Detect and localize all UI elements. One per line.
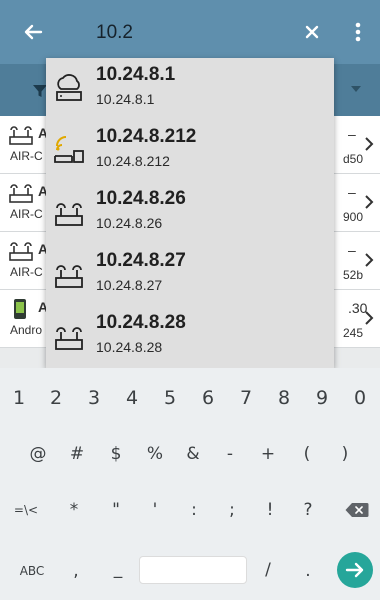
device-model: AIR-C <box>10 149 43 163</box>
access-point-icon <box>55 265 83 288</box>
app-bar: 10.2 <box>0 0 380 64</box>
key-single-quote[interactable]: ' <box>139 499 171 521</box>
key-double-quote[interactable]: " <box>100 499 132 521</box>
arrow-left-icon <box>24 24 43 40</box>
key-0[interactable]: 0 <box>344 386 376 410</box>
key-open-paren[interactable]: ( <box>291 443 323 465</box>
key-slash[interactable]: / <box>256 559 280 581</box>
device-value: – <box>348 242 356 258</box>
key-plus[interactable]: + <box>252 443 284 465</box>
access-point-icon <box>9 242 33 261</box>
backspace-key[interactable] <box>345 502 369 518</box>
suggestion-title: 10.24.8.26 <box>96 188 186 209</box>
search-input[interactable]: 10.2 <box>96 22 133 44</box>
more-options-button[interactable] <box>346 17 370 47</box>
chevron-right-icon <box>365 253 374 267</box>
key-question[interactable]: ? <box>292 499 324 521</box>
suggestion-item[interactable]: 10.24.8.27 10.24.8.27 <box>46 244 334 306</box>
chevron-down-icon[interactable] <box>351 86 361 92</box>
abc-key[interactable]: ABC <box>14 562 50 580</box>
device-model: AIR-C <box>10 265 43 279</box>
key-colon[interactable]: : <box>178 499 210 521</box>
suggestion-subtitle: 10.24.8.212 <box>96 153 170 169</box>
back-button[interactable] <box>18 17 48 47</box>
soft-keyboard: 1 2 3 4 5 6 7 8 9 0 @ # $ % & - + ( ) =\… <box>0 368 380 600</box>
wireless-device-icon <box>54 136 84 163</box>
device-mac: 52b <box>342 268 363 282</box>
suggestion-title: 10.24.8.27 <box>96 250 186 271</box>
suggestion-subtitle: 10.24.8.28 <box>96 339 163 355</box>
key-6[interactable]: 6 <box>192 386 224 410</box>
key-5[interactable]: 5 <box>154 386 186 410</box>
phone-icon <box>14 299 26 319</box>
suggestion-title: 10.24.8.212 <box>96 126 197 147</box>
key-comma[interactable]: , <box>64 560 88 582</box>
clear-search-button[interactable] <box>297 17 327 47</box>
chevron-right-icon <box>365 195 374 209</box>
close-icon <box>305 25 319 39</box>
access-point-icon <box>9 184 33 203</box>
arrow-right-icon <box>345 562 364 578</box>
suggestion-item[interactable]: 10.24.8.1 10.24.8.1 <box>46 58 334 120</box>
key-9[interactable]: 9 <box>306 386 338 410</box>
access-point-icon <box>9 126 33 145</box>
key-hash[interactable]: # <box>61 443 93 465</box>
device-model: Andro <box>10 323 43 337</box>
suggestion-item[interactable]: 10.24.8.212 10.24.8.212 <box>46 120 334 182</box>
suggestion-item[interactable]: 10.24.8.26 10.24.8.26 <box>46 182 334 244</box>
enter-key[interactable] <box>337 552 373 588</box>
chevron-right-icon <box>365 311 374 325</box>
key-2[interactable]: 2 <box>40 386 72 410</box>
device-mac: 900 <box>342 210 363 224</box>
key-ampersand[interactable]: & <box>177 443 209 465</box>
key-dollar[interactable]: $ <box>100 443 132 465</box>
device-value: – <box>348 184 356 200</box>
more-symbols-key[interactable]: =\< <box>6 501 46 519</box>
search-suggestions: 10.24.8.1 10.24.8.1 10.24.8.212 10.24.8.… <box>46 58 334 368</box>
key-close-paren[interactable]: ) <box>329 443 361 465</box>
key-exclamation[interactable]: ! <box>254 499 286 521</box>
key-period[interactable]: . <box>296 560 320 582</box>
suggestion-title: 10.24.8.28 <box>96 312 186 333</box>
space-key[interactable] <box>139 556 247 584</box>
cloud-router-icon <box>56 74 82 101</box>
backspace-icon <box>345 503 369 517</box>
key-4[interactable]: 4 <box>116 386 148 410</box>
device-value: – <box>348 126 356 142</box>
key-asterisk[interactable]: * <box>58 499 90 521</box>
chevron-right-icon <box>365 137 374 151</box>
key-at[interactable]: @ <box>22 443 54 465</box>
key-8[interactable]: 8 <box>268 386 300 410</box>
key-minus[interactable]: - <box>214 443 246 465</box>
key-underscore[interactable]: _ <box>106 558 130 580</box>
device-model: AIR-C <box>10 207 43 221</box>
access-point-icon <box>55 203 83 226</box>
key-3[interactable]: 3 <box>78 386 110 410</box>
access-point-icon <box>55 327 83 350</box>
device-mac: 245 <box>342 326 363 340</box>
suggestion-title: 10.24.8.1 <box>96 64 176 85</box>
device-mac: d50 <box>342 152 363 166</box>
key-semicolon[interactable]: ; <box>216 499 248 521</box>
suggestion-subtitle: 10.24.8.27 <box>96 277 163 293</box>
key-7[interactable]: 7 <box>230 386 262 410</box>
more-vert-icon <box>355 22 361 42</box>
suggestion-item[interactable]: 10.24.8.28 10.24.8.28 <box>46 306 334 368</box>
suggestion-subtitle: 10.24.8.26 <box>96 215 163 231</box>
key-1[interactable]: 1 <box>3 386 35 410</box>
key-percent[interactable]: % <box>139 443 171 465</box>
suggestion-subtitle: 10.24.8.1 <box>96 91 155 107</box>
